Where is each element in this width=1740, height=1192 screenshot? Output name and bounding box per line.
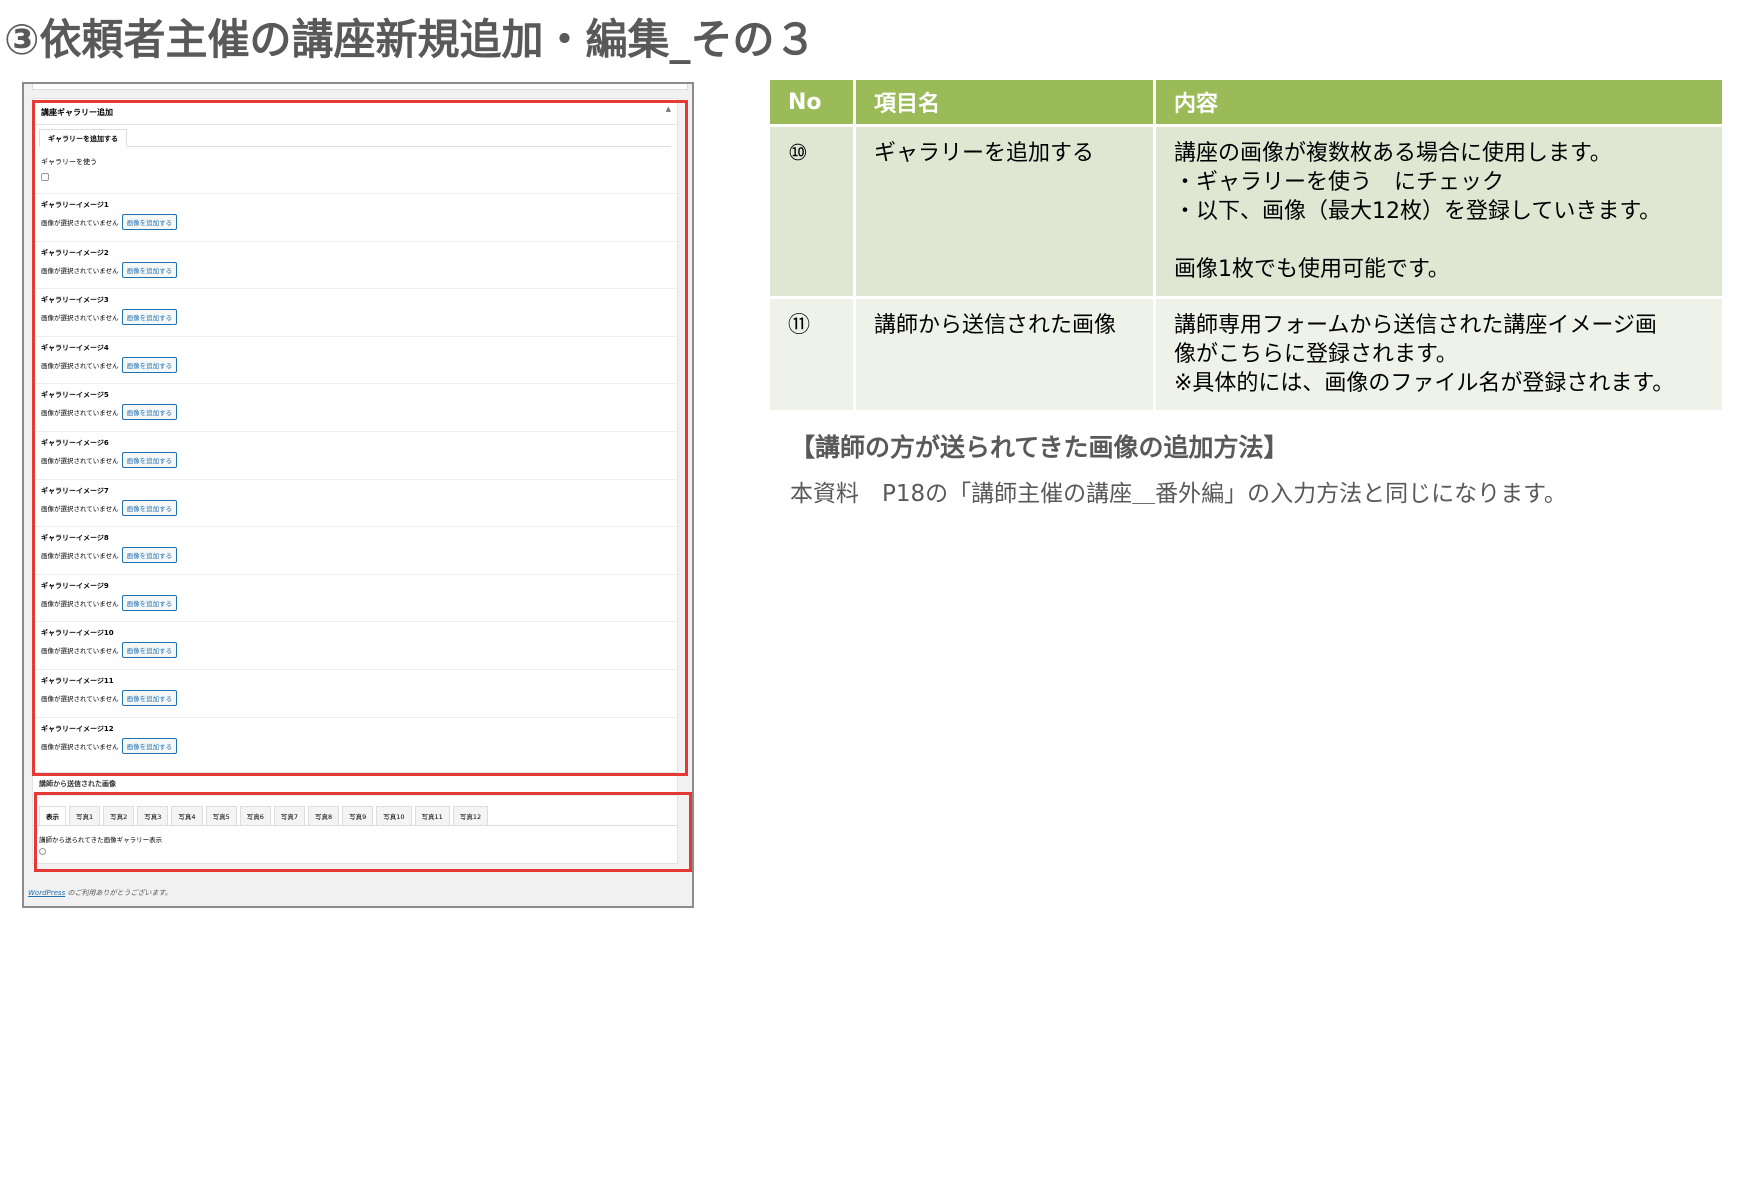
content-line: ※具体的には、画像のファイル名が登録されます。 bbox=[1174, 371, 1675, 396]
highlight-teacher-frame bbox=[34, 792, 692, 872]
content-line: 画像1枚でも使用可能です。 bbox=[1174, 257, 1450, 282]
highlight-gallery-frame bbox=[32, 100, 688, 776]
content-spacer bbox=[1174, 226, 1704, 255]
content-line: ・ギャラリーを使う にチェック bbox=[1174, 170, 1505, 195]
footer-thanks: のご利用ありがとうございます。 bbox=[65, 889, 172, 897]
note-title: 【講師の方が送られてきた画像の追加方法】 bbox=[790, 433, 1289, 462]
table-row: ⑪ 講師から送信された画像 講師専用フォームから送信された講座イメージ画 像がこ… bbox=[770, 296, 1722, 410]
row-content: 講座の画像が複数枚ある場合に使用します。 ・ギャラリーを使う にチェック ・以下… bbox=[1156, 124, 1722, 296]
content-line: 講座の画像が複数枚ある場合に使用します。 bbox=[1174, 141, 1612, 166]
header-content: 内容 bbox=[1156, 80, 1722, 124]
note-body: 本資料 P18の「講師主催の講座＿番外編」の入力方法と同じになります。 bbox=[790, 481, 1567, 507]
admin-footer: WordPress のご利用ありがとうございます。 bbox=[28, 888, 172, 898]
top-edge bbox=[32, 84, 688, 90]
wordpress-screenshot: 講座ギャラリー追加 ▲ ギャラリーを追加する ギャラリーを使う ギャラリーイメー… bbox=[22, 82, 694, 908]
table-header-row: No 項目名 内容 bbox=[770, 80, 1722, 124]
content-line: ・以下、画像（最大12枚）を登録していきます。 bbox=[1174, 199, 1662, 224]
wordpress-link[interactable]: WordPress bbox=[28, 889, 65, 897]
row-name: 講師から送信された画像 bbox=[856, 296, 1156, 410]
item-table: No 項目名 内容 ⑩ ギャラリーを追加する 講座の画像が複数枚ある場合に使用し… bbox=[770, 80, 1722, 410]
row-no: ⑪ bbox=[770, 296, 856, 410]
row-content: 講師専用フォームから送信された講座イメージ画 像がこちらに登録されます。 ※具体… bbox=[1156, 296, 1722, 410]
content-line: 像がこちらに登録されます。 bbox=[1174, 342, 1458, 367]
slide-title: ③依頼者主催の講座新規追加・編集_その３ bbox=[4, 15, 817, 64]
content-line: 講師専用フォームから送信された講座イメージ画 bbox=[1174, 313, 1657, 338]
table-row: ⑩ ギャラリーを追加する 講座の画像が複数枚ある場合に使用します。 ・ギャラリー… bbox=[770, 124, 1722, 296]
header-no: No bbox=[770, 80, 856, 124]
row-name: ギャラリーを追加する bbox=[856, 124, 1156, 296]
header-item-name: 項目名 bbox=[856, 80, 1156, 124]
row-no: ⑩ bbox=[770, 124, 856, 296]
